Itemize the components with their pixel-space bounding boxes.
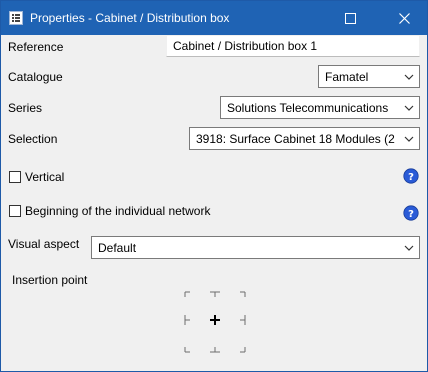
selection-select[interactable]: 3918: Surface Cabinet 18 Modules (2... (189, 127, 420, 150)
insertion-top-center (210, 291, 220, 297)
reference-value: Cabinet / Distribution box 1 (173, 39, 318, 53)
reference-label: Reference (8, 40, 64, 54)
visual-aspect-select[interactable]: Default (91, 236, 420, 259)
app-properties-icon (9, 11, 23, 25)
insertion-bottom-center (210, 347, 220, 353)
svg-text:?: ? (408, 209, 414, 220)
series-value: Solutions Telecommunications (227, 101, 389, 115)
insertion-middle-left (184, 315, 190, 325)
window-title: Properties - Cabinet / Distribution box (30, 11, 230, 25)
chevron-down-icon (404, 136, 414, 142)
maximize-icon (344, 12, 356, 24)
catalogue-select[interactable]: Famatel (318, 65, 420, 88)
title-bar[interactable]: Properties - Cabinet / Distribution box (1, 1, 427, 35)
catalogue-value: Famatel (325, 70, 369, 84)
insertion-bottom-right (240, 347, 246, 353)
insertion-point-label: Insertion point (12, 273, 88, 287)
reference-field[interactable]: Cabinet / Distribution box 1 (166, 35, 420, 57)
svg-text:?: ? (408, 172, 414, 183)
selection-value: 3918: Surface Cabinet 18 Modules (2... (196, 132, 395, 146)
insertion-top-left (184, 291, 190, 297)
insertion-middle-right (240, 315, 246, 325)
chevron-down-icon (404, 245, 414, 251)
help-icon[interactable]: ? (403, 205, 419, 221)
visual-aspect-value: Default (98, 241, 137, 255)
selection-label: Selection (8, 132, 58, 146)
crosshair-icon (210, 315, 220, 325)
visual-aspect-label: Visual aspect (8, 237, 80, 251)
help-icon[interactable]: ? (403, 168, 419, 184)
beginning-network-label[interactable]: Beginning of the individual network (25, 204, 210, 218)
series-label: Series (8, 101, 43, 115)
insertion-point-selector[interactable] (179, 286, 251, 358)
properties-dialog: Properties - Cabinet / Distribution box … (0, 0, 428, 372)
maximize-button[interactable] (327, 1, 373, 35)
close-icon (398, 12, 410, 24)
series-select[interactable]: Solutions Telecommunications (220, 96, 420, 119)
vertical-label[interactable]: Vertical (25, 170, 64, 184)
close-button[interactable] (381, 1, 427, 35)
chevron-down-icon (404, 105, 414, 111)
chevron-down-icon (404, 74, 414, 80)
catalogue-label: Catalogue (8, 70, 63, 84)
insertion-top-right (240, 291, 246, 297)
beginning-network-checkbox[interactable] (9, 205, 21, 217)
vertical-checkbox[interactable] (9, 171, 21, 183)
insertion-bottom-left (184, 347, 190, 353)
